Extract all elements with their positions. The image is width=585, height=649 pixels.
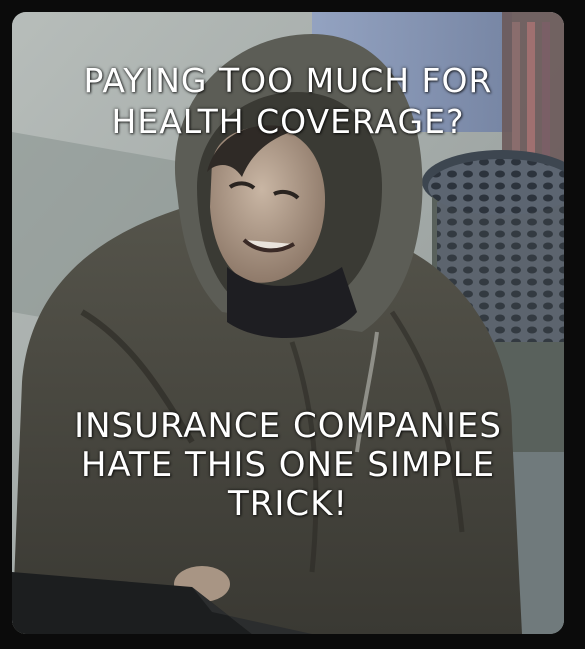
bottom-caption-line: HATE THIS ONE SIMPLE [80, 445, 496, 485]
bottom-caption-line: TRICK! [227, 484, 349, 524]
meme-frame: PAYING TOO MUCH FOR HEALTH COVERAGE? INS… [0, 0, 585, 649]
top-caption-line: PAYING TOO MUCH FOR [83, 61, 493, 100]
bottom-caption: INSURANCE COMPANIES HATE THIS ONE SIMPLE… [12, 407, 564, 524]
top-caption-line: HEALTH COVERAGE? [111, 102, 465, 141]
bottom-caption-line: INSURANCE COMPANIES [74, 406, 502, 446]
meme-image: PAYING TOO MUCH FOR HEALTH COVERAGE? INS… [12, 12, 564, 634]
top-caption: PAYING TOO MUCH FOR HEALTH COVERAGE? [12, 60, 564, 142]
